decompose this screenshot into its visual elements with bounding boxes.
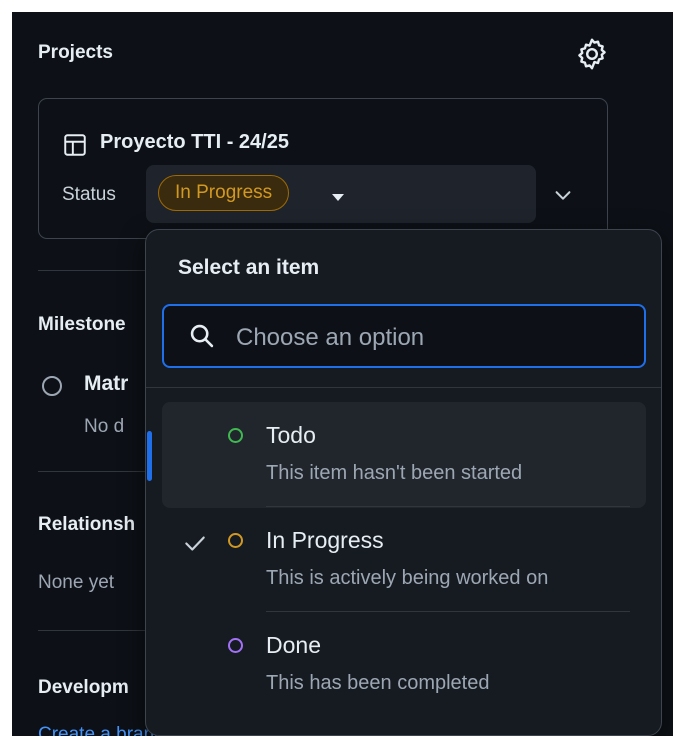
status-badge: In Progress <box>158 175 290 211</box>
milestone-open-icon <box>42 376 62 396</box>
status-caret-icon[interactable] <box>332 194 344 201</box>
option-label: Done <box>266 632 321 658</box>
active-indicator <box>147 431 152 481</box>
project-name[interactable]: Proyecto TTI - 24/25 <box>100 131 289 154</box>
search-icon <box>188 322 216 350</box>
in-progress-status-icon <box>228 533 243 548</box>
divider <box>146 387 661 388</box>
option-description: This is actively being worked on <box>266 567 549 589</box>
relationships-heading: Relationsh <box>38 514 136 535</box>
option-label: Todo <box>266 422 316 448</box>
search-placeholder: Choose an option <box>236 324 425 351</box>
option-description: This has been completed <box>266 672 490 694</box>
gear-icon[interactable] <box>574 36 610 72</box>
dropdown-title: Select an item <box>178 256 320 279</box>
search-input[interactable]: Choose an option <box>162 304 646 368</box>
divider <box>266 506 630 507</box>
table-icon <box>62 132 88 158</box>
todo-status-icon <box>228 428 243 443</box>
option-label: In Progress <box>266 527 384 553</box>
milestone-due: No d <box>84 416 125 437</box>
issue-sidebar: Projects Proyecto TTI - 24/25 Status In … <box>12 12 673 736</box>
status-dropdown: Select an item Choose an option Todo Thi… <box>145 229 662 736</box>
milestone-heading: Milestone <box>38 314 126 335</box>
option-done[interactable] <box>162 612 646 716</box>
option-todo[interactable] <box>162 402 646 508</box>
projects-heading: Projects <box>38 42 113 63</box>
check-icon <box>182 530 208 556</box>
chevron-down-icon[interactable] <box>552 184 574 206</box>
relationships-value: None yet <box>38 572 115 593</box>
status-label: Status <box>62 184 116 205</box>
done-status-icon <box>228 638 243 653</box>
development-heading: Developm <box>38 677 129 698</box>
milestone-name[interactable]: Matr <box>84 372 128 396</box>
option-description: This item hasn't been started <box>266 462 523 484</box>
option-in-progress[interactable] <box>162 508 646 612</box>
